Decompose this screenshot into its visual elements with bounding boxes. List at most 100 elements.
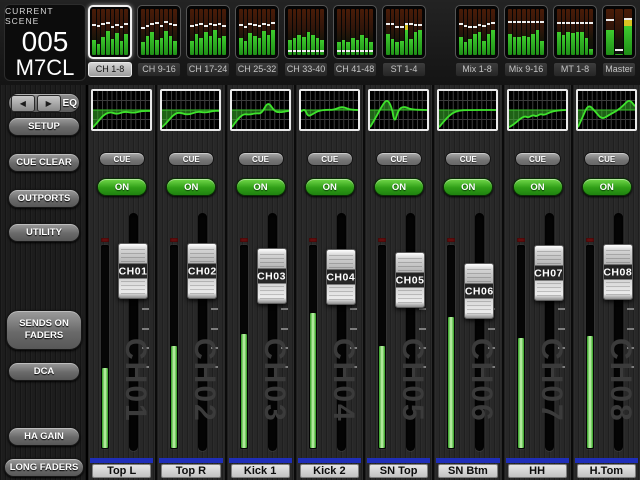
channel-name[interactable]: H.Tom	[577, 464, 636, 478]
fader-cap-label: CH01	[119, 264, 147, 279]
sends-on-faders-line2: FADERS	[25, 330, 64, 342]
fader-cap[interactable]: CH02	[187, 243, 217, 299]
on-button[interactable]: ON	[305, 178, 355, 196]
top-bar: CURRENT SCENE 005 M7CL CH 1-8 CH 9-16 CH…	[0, 0, 640, 87]
channel-watermark: CH05	[395, 338, 429, 423]
peak-led	[378, 238, 386, 242]
fader-cap[interactable]: CH03	[257, 248, 287, 304]
fader-scale-tick	[627, 308, 634, 310]
fader-scale-tick	[350, 308, 357, 310]
eq-thumbnail[interactable]	[576, 89, 637, 131]
bank-meter-display	[382, 5, 426, 59]
channel-name[interactable]: HH	[508, 464, 567, 478]
channel-strip: CUE ON CH03 CH03 Kick 1	[225, 85, 294, 480]
eq-thumbnail[interactable]	[368, 89, 429, 131]
bank-tab[interactable]: CH 41-48	[333, 5, 377, 77]
fader-cap[interactable]: CH08	[603, 244, 633, 300]
channel-name[interactable]: SN Btm	[438, 464, 497, 478]
cue-button[interactable]: CUE	[515, 152, 561, 166]
current-scene-box[interactable]: CURRENT SCENE 005 M7CL	[4, 4, 86, 81]
sends-on-faders-button[interactable]: SENDS ON FADERS	[6, 310, 82, 350]
eq-thumbnail[interactable]	[507, 89, 568, 131]
on-button[interactable]: ON	[582, 178, 632, 196]
bank-tab[interactable]: ST 1-4	[382, 5, 426, 77]
fader-cap[interactable]: CH07	[534, 245, 564, 301]
channel-name[interactable]: SN Top	[369, 464, 428, 478]
bank-tab[interactable]: MT 1-8	[553, 5, 597, 77]
channel-strip: CUE ON CH02 CH02 Top R	[155, 85, 224, 480]
channel-watermark: CH08	[603, 338, 637, 423]
bank-tab[interactable]: Mix 1-8	[455, 5, 499, 77]
fader-cap[interactable]: CH06	[464, 263, 494, 319]
channel-name[interactable]: Kick 1	[231, 464, 290, 478]
on-button[interactable]: ON	[374, 178, 424, 196]
fader-scale-tick	[211, 328, 218, 330]
eq-thumbnail[interactable]	[230, 89, 291, 131]
bank-prev-button[interactable]: ◀	[11, 95, 35, 112]
peak-led	[101, 238, 109, 242]
level-meter	[240, 245, 248, 449]
level-meter	[101, 245, 109, 449]
bank-meter-display	[602, 5, 636, 59]
level-meter	[447, 245, 455, 449]
bank-tab-label: ST 1-4	[382, 62, 426, 77]
cue-button[interactable]: CUE	[376, 152, 422, 166]
eq-thumbnail[interactable]	[160, 89, 221, 131]
on-button[interactable]: ON	[513, 178, 563, 196]
channel-watermark: CH06	[464, 338, 498, 423]
fader-cap[interactable]: CH01	[118, 243, 148, 299]
bank-tab-label: Mix 1-8	[455, 62, 499, 77]
channel-strip: CUE ON CH07 CH07 HH	[502, 85, 571, 480]
eq-curve-graph	[93, 91, 150, 129]
on-button[interactable]: ON	[236, 178, 286, 196]
ha-gain-button[interactable]: HA GAIN	[8, 427, 80, 446]
eq-thumbnail[interactable]	[299, 89, 360, 131]
outports-button[interactable]: OUTPORTS	[8, 189, 80, 208]
fader-cap-label: CH06	[465, 284, 493, 299]
channel-strip: CUE ON CH01 CH01 Top L	[88, 85, 155, 480]
bank-tab[interactable]: CH 9-16	[137, 5, 181, 77]
on-button-label: ON	[461, 182, 475, 193]
eq-curve-graph	[509, 91, 566, 129]
bank-tab[interactable]: CH 25-32	[235, 5, 279, 77]
channel-name[interactable]: Kick 2	[300, 464, 359, 478]
fader-scale-tick	[211, 308, 218, 310]
fader-cap[interactable]: CH04	[326, 249, 356, 305]
cue-button-label: CUE	[321, 155, 338, 164]
cue-button[interactable]: CUE	[307, 152, 353, 166]
channel-name[interactable]: Top L	[92, 464, 151, 478]
channel-name[interactable]: Top R	[161, 464, 220, 478]
long-faders-button[interactable]: LONG FADERS	[4, 458, 84, 477]
bank-tab[interactable]: CH 1-8	[88, 5, 132, 77]
bank-tab[interactable]: CH 17-24	[186, 5, 230, 77]
eq-thumbnail[interactable]	[91, 89, 152, 131]
bank-tab[interactable]: Mix 9-16	[504, 5, 548, 77]
setup-button[interactable]: SETUP	[8, 117, 80, 136]
on-button-label: ON	[600, 182, 614, 193]
peak-led	[517, 238, 525, 242]
bank-tab[interactable]: Master	[602, 5, 636, 77]
cue-button-label: CUE	[183, 155, 200, 164]
level-meter-fill	[310, 313, 316, 448]
peak-led	[447, 238, 455, 242]
bank-meter-display	[186, 5, 230, 59]
bank-next-button[interactable]: ▶	[37, 95, 61, 112]
cue-button[interactable]: CUE	[584, 152, 630, 166]
dca-button[interactable]: DCA	[8, 362, 80, 381]
eq-thumbnail[interactable]	[437, 89, 498, 131]
bank-tab[interactable]: CH 33-40	[284, 5, 328, 77]
fader-cap[interactable]: CH05	[395, 252, 425, 308]
cue-clear-button[interactable]: CUE CLEAR	[8, 153, 80, 172]
cue-button[interactable]: CUE	[238, 152, 284, 166]
cue-button[interactable]: CUE	[168, 152, 214, 166]
cue-button[interactable]: CUE	[445, 152, 491, 166]
eq-curve-graph	[232, 91, 289, 129]
utility-button[interactable]: UTILITY	[8, 223, 80, 242]
on-button-label: ON	[392, 182, 406, 193]
sends-on-faders-line1: SENDS ON	[19, 318, 69, 330]
on-button[interactable]: ON	[443, 178, 493, 196]
cue-button[interactable]: CUE	[99, 152, 145, 166]
on-button[interactable]: ON	[97, 178, 147, 196]
on-button[interactable]: ON	[166, 178, 216, 196]
fader-scale-tick	[142, 328, 149, 330]
